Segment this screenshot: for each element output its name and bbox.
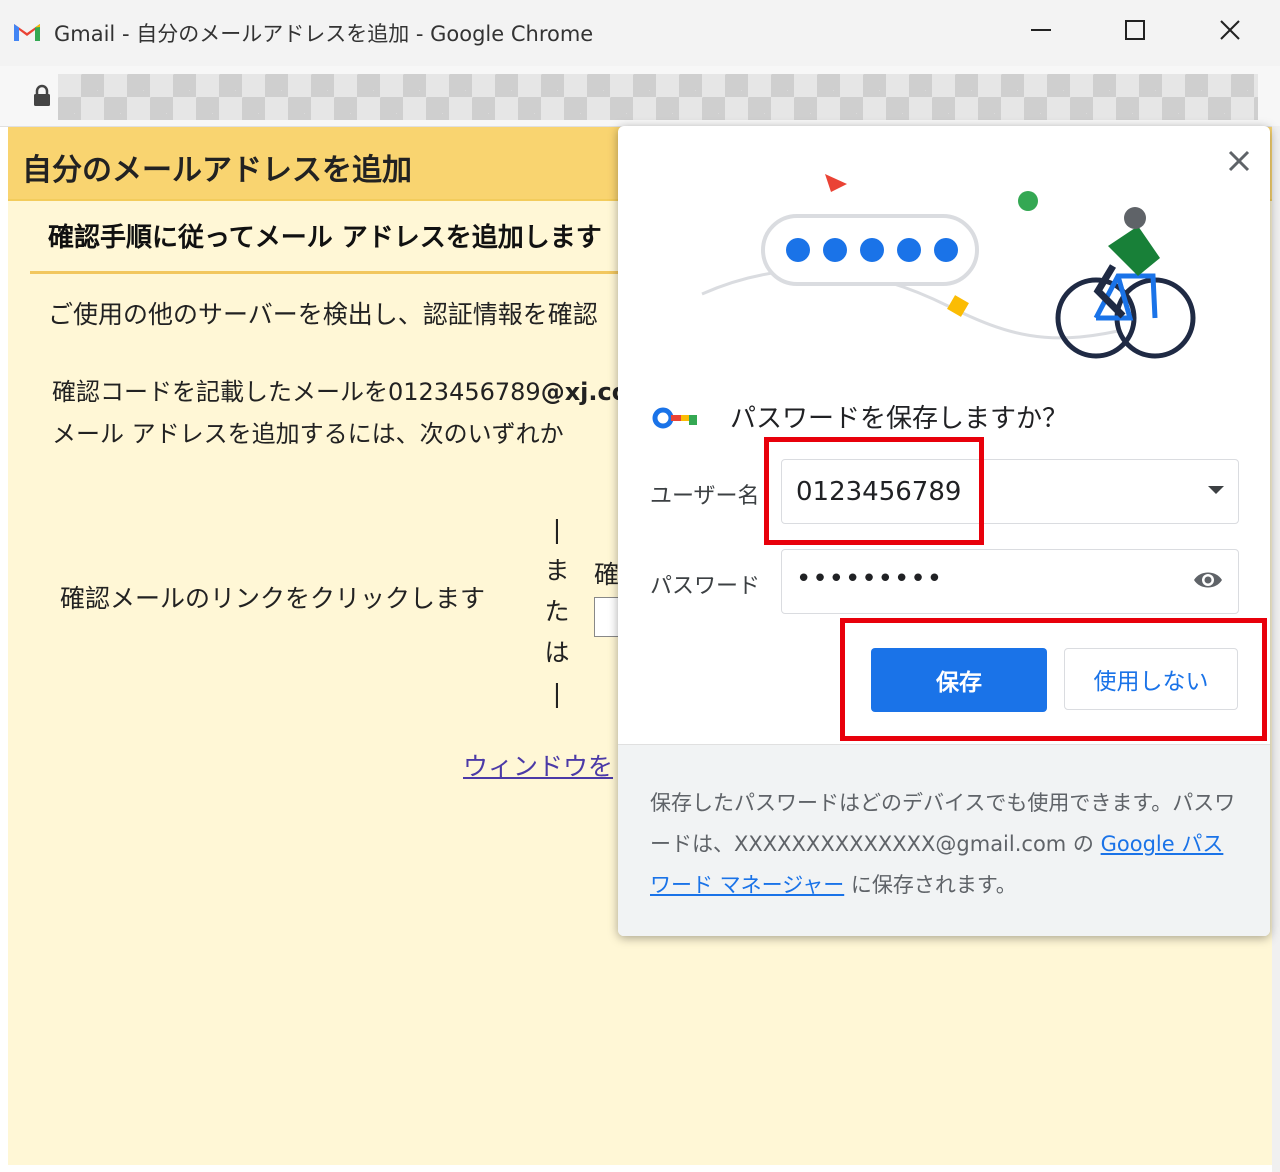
section-title: 確認手順に従ってメール アドレスを追加します (48, 223, 602, 253)
description-text: ご使用の他のサーバーを検出し、認証情報を確認 (48, 300, 598, 329)
minimize-icon (1031, 29, 1051, 31)
maximize-button[interactable] (1105, 10, 1165, 54)
username-select[interactable]: 0123456789 (781, 459, 1239, 524)
or-char: ま (544, 556, 570, 585)
page-edge (1272, 126, 1280, 1172)
code-sent-domain: @xj.co (540, 378, 629, 406)
dialog-title: パスワードを保存しますか？ (730, 404, 1069, 434)
footer-suffix: に保存されます。 (844, 873, 1017, 897)
save-button[interactable]: 保存 (871, 648, 1047, 712)
page-title: 自分のメールアドレスを追加 (22, 153, 412, 188)
lock-icon (34, 84, 50, 106)
code-sent-text: 確認コードを記載したメールを0123456789@xj.co (52, 372, 628, 407)
gmail-logo-icon (14, 24, 40, 41)
close-window-link[interactable]: ウィンドウを (463, 747, 613, 783)
or-char: | (552, 679, 562, 708)
or-separator: | ま た は | (542, 509, 572, 714)
minimize-button[interactable] (1011, 10, 1071, 54)
never-button[interactable]: 使用しない (1064, 648, 1238, 710)
or-char: た (544, 597, 570, 626)
window-title: Gmail - 自分のメールアドレスを追加 - Google Chrome (54, 22, 594, 46)
username-label: ユーザー名 (650, 484, 760, 509)
cyclist-illustration (701, 174, 1196, 359)
password-field[interactable]: ••••••••• (781, 549, 1239, 614)
maximize-icon (1125, 20, 1145, 40)
eye-icon[interactable] (1192, 568, 1224, 592)
instruction-text: メール アドレスを追加するには、次のいずれか (52, 420, 564, 448)
footer-text: 保存したパスワードはどのデバイスでも使用できます。パスワードは、XXXXXXXX… (650, 783, 1240, 906)
window-titlebar: Gmail - 自分のメールアドレスを追加 - Google Chrome (0, 0, 1280, 67)
confirm-code-label: 確 (594, 560, 620, 589)
dialog-footer: 保存したパスワードはどのデバイスでも使用できます。パスワードは、XXXXXXXX… (618, 744, 1270, 936)
or-char: | (552, 515, 562, 544)
save-password-dialog: パスワードを保存しますか？ ユーザー名 0123456789 パスワード •••… (618, 126, 1270, 936)
dialog-close-button[interactable] (1222, 144, 1256, 178)
username-value: 0123456789 (796, 477, 962, 507)
close-icon (1220, 20, 1240, 40)
password-value: ••••••••• (796, 564, 944, 594)
close-window-button[interactable] (1200, 10, 1260, 54)
code-sent-prefix: 確認コードを記載したメールを0123456789 (52, 378, 541, 406)
close-icon (1228, 150, 1250, 172)
chevron-down-icon[interactable] (1208, 486, 1224, 494)
password-label: パスワード (650, 574, 761, 599)
or-char: は (544, 638, 570, 667)
key-icon (652, 407, 697, 429)
redacted-url (58, 74, 1258, 120)
click-link-option: 確認メールのリンクをクリックします (60, 584, 486, 613)
